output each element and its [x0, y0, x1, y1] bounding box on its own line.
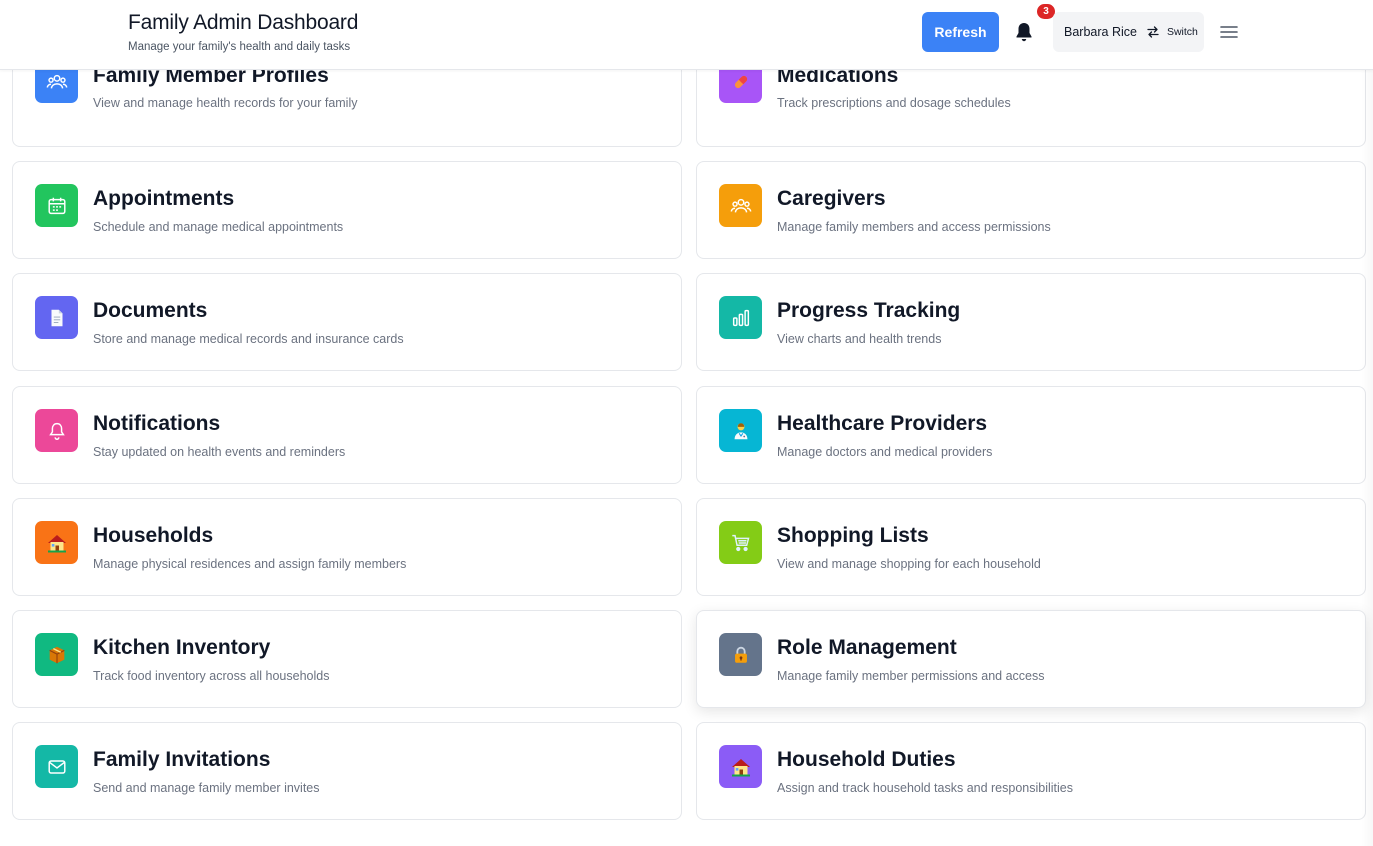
card-title: Shopping Lists: [777, 524, 929, 547]
house-icon: [719, 745, 762, 788]
page-edge-shadow: [1361, 0, 1373, 846]
bell-icon: [35, 409, 78, 452]
users-icon: [719, 184, 762, 227]
card-appointments[interactable]: Appointments Schedule and manage medical…: [12, 161, 682, 259]
card-family-invitations[interactable]: Family Invitations Send and manage famil…: [12, 722, 682, 820]
card-description: View charts and health trends: [777, 332, 942, 346]
package-icon: [35, 633, 78, 676]
card-title: Appointments: [93, 187, 235, 210]
calendar-icon: [35, 184, 78, 227]
house-icon: [35, 521, 78, 564]
user-switcher[interactable]: Barbara Rice Switch: [1053, 12, 1204, 52]
card-description: Store and manage medical records and ins…: [93, 332, 404, 346]
card-description: Track prescriptions and dosage schedules: [777, 96, 1011, 110]
card-healthcare-providers[interactable]: Healthcare Providers Manage doctors and …: [696, 386, 1366, 484]
user-name: Barbara Rice: [1064, 25, 1137, 39]
page-title: Family Admin Dashboard: [128, 11, 359, 34]
card-households[interactable]: Households Manage physical residences an…: [12, 498, 682, 596]
card-title: Caregivers: [777, 187, 886, 210]
card-documents[interactable]: Documents Store and manage medical recor…: [12, 273, 682, 371]
card-title: Role Management: [777, 636, 957, 659]
card-kitchen-inventory[interactable]: Kitchen Inventory Track food inventory a…: [12, 610, 682, 708]
doctor-icon: [719, 409, 762, 452]
switch-arrows-icon: [1147, 26, 1159, 38]
card-description: Manage doctors and medical providers: [777, 445, 993, 459]
card-progress-tracking[interactable]: Progress Tracking View charts and health…: [696, 273, 1366, 371]
card-description: Stay updated on health events and remind…: [93, 445, 346, 459]
card-household-duties[interactable]: Household Duties Assign and track househ…: [696, 722, 1366, 820]
bell-icon[interactable]: [1012, 20, 1036, 44]
card-caregivers[interactable]: Caregivers Manage family members and acc…: [696, 161, 1366, 259]
card-shopping-lists[interactable]: Shopping Lists View and manage shopping …: [696, 498, 1366, 596]
lock-icon: [719, 633, 762, 676]
card-description: Assign and track household tasks and res…: [777, 781, 1074, 795]
cart-icon: [719, 521, 762, 564]
card-description: Manage family members and access permiss…: [777, 220, 1051, 234]
card-title: Family Invitations: [93, 748, 271, 771]
card-description: Schedule and manage medical appointments: [93, 220, 344, 234]
switch-label: Switch: [1166, 26, 1198, 38]
card-description: Track food inventory across all househol…: [93, 669, 330, 683]
document-icon: [35, 296, 78, 339]
top-header: Family Admin Dashboard Manage your famil…: [0, 0, 1373, 70]
page-subtitle: Manage your family's health and daily ta…: [128, 41, 351, 53]
card-role-management[interactable]: Role Management Manage family member per…: [696, 610, 1366, 708]
card-title: Kitchen Inventory: [93, 636, 271, 659]
refresh-button[interactable]: Refresh: [922, 12, 999, 52]
card-title: Documents: [93, 299, 208, 322]
card-description: View and manage shopping for each househ…: [777, 557, 1041, 571]
card-notifications[interactable]: Notifications Stay updated on health eve…: [12, 386, 682, 484]
mail-icon: [35, 745, 78, 788]
hamburger-menu-icon[interactable]: [1220, 24, 1238, 40]
card-title: Notifications: [93, 412, 221, 435]
card-description: Send and manage family member invites: [93, 781, 320, 795]
card-title: Households: [93, 524, 214, 547]
card-title: Progress Tracking: [777, 299, 961, 322]
card-description: View and manage health records for your …: [93, 96, 358, 110]
bar-chart-icon: [719, 296, 762, 339]
card-description: Manage family member permissions and acc…: [777, 669, 1045, 683]
card-title: Healthcare Providers: [777, 412, 988, 435]
card-description: Manage physical residences and assign fa…: [93, 557, 407, 571]
card-title: Household Duties: [777, 748, 956, 771]
